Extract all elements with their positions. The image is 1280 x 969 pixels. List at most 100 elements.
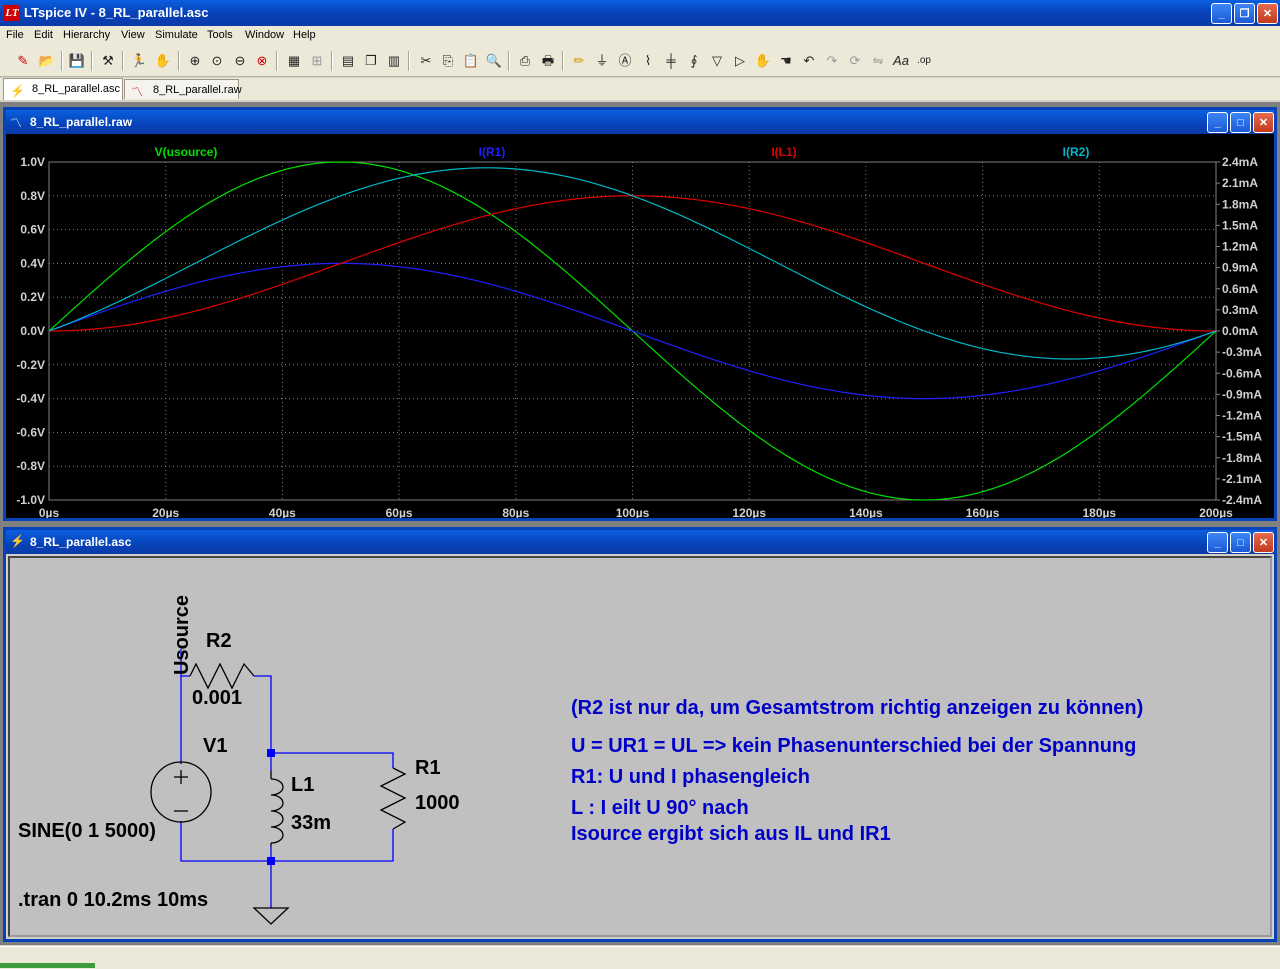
- waveform-close-button[interactable]: ✕: [1253, 112, 1274, 133]
- label-net-icon[interactable]: Ⓐ: [616, 52, 634, 70]
- r1-value[interactable]: 1000: [415, 792, 460, 814]
- copy-icon[interactable]: ⎘: [439, 52, 457, 70]
- print-setup-icon[interactable]: ⎙: [516, 52, 534, 70]
- find-icon[interactable]: 🔍: [485, 52, 503, 70]
- r2-resistor-symbol[interactable]: [189, 662, 255, 690]
- v1-source-spec[interactable]: SINE(0 1 5000): [18, 820, 156, 842]
- tran-directive[interactable]: .tran 0 10.2ms 10ms: [18, 889, 208, 911]
- r2-value[interactable]: 0.001: [192, 687, 242, 709]
- menu-view[interactable]: View: [121, 29, 145, 41]
- r2-name[interactable]: R2: [206, 630, 232, 652]
- rotate-icon[interactable]: ⟳: [846, 52, 864, 70]
- x-tick-label: 40µs: [269, 506, 296, 518]
- l1-inductor-symbol[interactable]: [261, 771, 284, 846]
- menu-bar: File Edit Hierarchy View Simulate Tools …: [0, 26, 1280, 46]
- plot-area[interactable]: 0µs 20µs 40µs 60µs 80µs 100µs 120µs 140µs 160µs 1…: [6, 134, 1274, 520]
- menu-simulate[interactable]: Simulate: [155, 29, 198, 41]
- menu-edit[interactable]: Edit: [34, 29, 53, 41]
- close-button[interactable]: ✕: [1257, 3, 1278, 24]
- legend-series-i-r2: I(R2): [1063, 145, 1090, 159]
- run-icon[interactable]: 🏃: [130, 52, 148, 70]
- y-right-tick-label: 0.9mA: [1222, 261, 1258, 275]
- grid-icon[interactable]: ⊞: [308, 52, 326, 70]
- control-panel-icon[interactable]: ⚒: [99, 52, 117, 70]
- waveform-chart[interactable]: 0µs 20µs 40µs 60µs 80µs 100µs 120µs 140µs 160µs 1…: [6, 134, 1274, 520]
- mirror-icon[interactable]: ⇋: [869, 52, 887, 70]
- text-icon[interactable]: Aa: [892, 52, 910, 70]
- autoscale-icon[interactable]: ▦: [285, 52, 303, 70]
- usource-net-label[interactable]: Usource: [171, 595, 193, 675]
- tab-schematic[interactable]: ⚡ 8_RL_parallel.asc: [3, 78, 123, 100]
- schematic-window[interactable]: ⚡ 8_RL_parallel.asc _ □ ✕ Usource R2 0.0…: [3, 527, 1277, 942]
- schematic-canvas[interactable]: Usource R2 0.001 V1 L1 33m R1 1000 SINE(…: [8, 556, 1272, 937]
- note-line-4[interactable]: L : I eilt U 90° nach: [571, 797, 749, 819]
- save-icon[interactable]: 💾: [68, 52, 86, 70]
- schematic-icon: ⚡: [10, 84, 25, 98]
- mdi-area: 〽 8_RL_parallel.raw _ □ ✕ 0µs 20µs 40µs 60µ…: [0, 102, 1280, 945]
- ground-symbol[interactable]: [252, 907, 290, 925]
- inductor-icon[interactable]: ∮: [685, 52, 703, 70]
- circuit-diagram[interactable]: Usource R2 0.001 V1 L1 33m R1 1000 SINE(…: [10, 558, 1270, 935]
- menu-tools[interactable]: Tools: [207, 29, 233, 41]
- menu-hierarchy[interactable]: Hierarchy: [63, 29, 110, 41]
- move-icon[interactable]: ✋: [754, 52, 772, 70]
- taskbar-start-button[interactable]: [0, 963, 95, 968]
- note-line-5[interactable]: Isource ergibt sich aus IL und IR1: [571, 823, 891, 845]
- v1-name[interactable]: V1: [203, 735, 227, 757]
- y-right-tick-label: 0.3mA: [1222, 303, 1258, 317]
- y-left-tick-label: 0.2V: [20, 290, 45, 304]
- note-line-3[interactable]: R1: U und I phasengleich: [571, 766, 810, 788]
- menu-window[interactable]: Window: [245, 29, 284, 41]
- tile-vertical-icon[interactable]: ▥: [385, 52, 403, 70]
- component-icon[interactable]: ▷: [731, 52, 749, 70]
- draw-wire-icon[interactable]: ✏: [570, 52, 588, 70]
- l1-value[interactable]: 33m: [291, 812, 331, 834]
- tab-waveform[interactable]: 〽 8_RL_parallel.raw: [124, 79, 242, 99]
- drag-icon[interactable]: ☚: [777, 52, 795, 70]
- note-line-1[interactable]: (R2 ist nur da, um Gesamtstrom richtig a…: [571, 697, 1143, 719]
- y-right-tick-label: 2.4mA: [1222, 155, 1258, 169]
- new-schematic-icon[interactable]: ✎: [14, 52, 32, 70]
- zoom-out-icon[interactable]: ⊖: [231, 52, 249, 70]
- ground-icon[interactable]: ⏚: [593, 52, 611, 70]
- zoom-in-icon[interactable]: ⊕: [186, 52, 204, 70]
- schematic-minimize-button[interactable]: _: [1207, 532, 1228, 553]
- paste-icon[interactable]: 📋: [462, 52, 480, 70]
- zoom-fit-icon[interactable]: ⊗: [253, 52, 271, 70]
- app-title: LTspice IV - 8_RL_parallel.asc: [24, 5, 209, 20]
- cascade-icon[interactable]: ❐: [362, 52, 380, 70]
- tile-horizontal-icon[interactable]: ▤: [339, 52, 357, 70]
- spice-directive-icon[interactable]: .op: [915, 52, 933, 70]
- cut-icon[interactable]: ✂: [417, 52, 435, 70]
- waveform-icon: 〽: [131, 85, 144, 99]
- diode-icon[interactable]: ▽: [708, 52, 726, 70]
- v1-source-symbol[interactable]: [150, 761, 212, 823]
- print-icon[interactable]: 🖶: [539, 52, 557, 70]
- l1-name[interactable]: L1: [291, 774, 314, 796]
- schematic-window-title-bar[interactable]: ⚡ 8_RL_parallel.asc _ □ ✕: [6, 530, 1274, 554]
- note-line-2[interactable]: U = UR1 = UL => kein Phasenunterschied b…: [571, 735, 1136, 757]
- pan-icon[interactable]: ⊙: [208, 52, 226, 70]
- menu-file[interactable]: File: [6, 29, 24, 41]
- waveform-window-title-bar[interactable]: 〽 8_RL_parallel.raw _ □ ✕: [6, 110, 1274, 134]
- y-right-tick-label: -0.9mA: [1222, 387, 1262, 401]
- resistor-icon[interactable]: ⌇: [639, 52, 657, 70]
- redo-icon[interactable]: ↷: [823, 52, 841, 70]
- y-left-tick-label: -0.2V: [16, 358, 45, 372]
- y-left-tick-label: -0.6V: [16, 425, 45, 439]
- waveform-window[interactable]: 〽 8_RL_parallel.raw _ □ ✕ 0µs 20µs 40µs 60µ…: [3, 107, 1277, 521]
- app-title-bar[interactable]: LT LTspice IV - 8_RL_parallel.asc _ ❐ ✕: [0, 0, 1280, 26]
- waveform-maximize-button[interactable]: □: [1230, 112, 1251, 133]
- halt-icon[interactable]: ✋: [154, 52, 172, 70]
- undo-icon[interactable]: ↶: [800, 52, 818, 70]
- schematic-maximize-button[interactable]: □: [1230, 532, 1251, 553]
- minimize-button[interactable]: _: [1211, 3, 1232, 24]
- schematic-close-button[interactable]: ✕: [1253, 532, 1274, 553]
- r1-resistor-symbol[interactable]: [379, 767, 407, 830]
- restore-button[interactable]: ❐: [1234, 3, 1255, 24]
- r1-name[interactable]: R1: [415, 757, 441, 779]
- menu-help[interactable]: Help: [293, 29, 316, 41]
- open-icon[interactable]: 📂: [38, 52, 56, 70]
- waveform-minimize-button[interactable]: _: [1207, 112, 1228, 133]
- capacitor-icon[interactable]: ╪: [662, 52, 680, 70]
